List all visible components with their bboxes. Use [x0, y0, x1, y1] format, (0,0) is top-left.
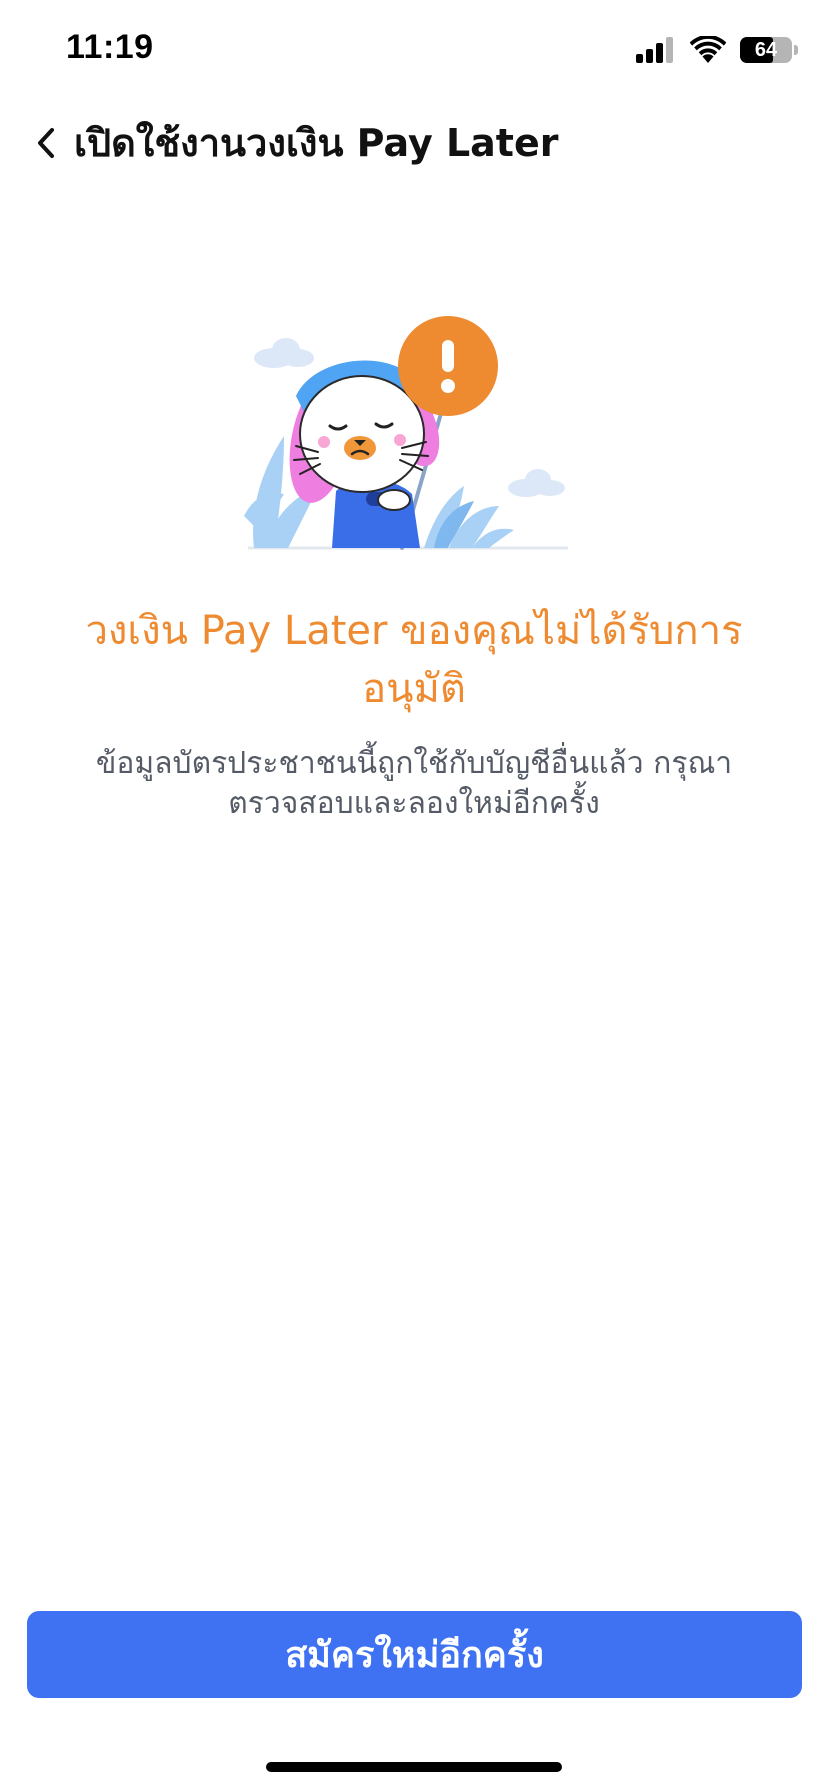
retry-apply-button[interactable]: สมัครใหม่อีกครั้ง — [27, 1611, 802, 1698]
cloud-left-icon — [254, 338, 314, 368]
cloud-right-icon — [508, 469, 565, 497]
rejected-mascot-illustration — [244, 316, 568, 550]
home-indicator — [266, 1762, 562, 1772]
page-title: เปิดใช้งานวงเงิน Pay Later — [74, 121, 559, 165]
result-title: วงเงิน Pay Later ของคุณไม่ได้รับการอนุมั… — [85, 608, 743, 712]
header: เปิดใช้งานวงเงิน Pay Later — [0, 100, 828, 190]
leaves-right — [424, 486, 514, 548]
status-bar: 11:19 64 — [0, 0, 828, 100]
battery-icon: 64 — [740, 37, 798, 63]
cellular-signal-icon — [636, 37, 673, 63]
wifi-icon — [690, 36, 726, 63]
mascot-face — [299, 375, 425, 493]
chevron-left-icon — [38, 128, 54, 158]
back-button[interactable] — [26, 118, 66, 168]
result-message: ข้อมูลบัตรประชาชนนี้ถูกใช้กับบัญชีอื่นแล… — [95, 746, 733, 821]
battery-level: 64 — [754, 39, 778, 61]
battery-tip — [794, 45, 798, 55]
status-time: 11:19 — [66, 28, 154, 66]
status-icons: 64 — [636, 34, 798, 66]
